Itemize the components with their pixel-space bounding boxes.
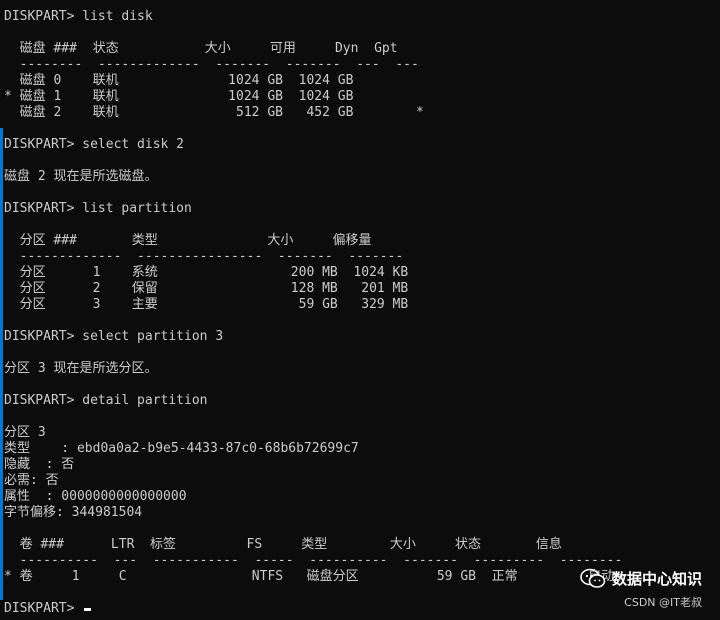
console-line-13: DISKPART> list partition bbox=[4, 201, 192, 216]
console-line-23: 分区 3 现在是所选分区。 bbox=[4, 361, 158, 376]
console-line-34: 卷 ### LTR 标签 FS 类型 大小 状态 信息 bbox=[4, 537, 562, 552]
console-window[interactable]: DISKPART> list disk 磁盘 ### 状态 大小 可用 Dyn … bbox=[0, 0, 720, 620]
console-line-3: 磁盘 ### 状态 大小 可用 Dyn Gpt bbox=[4, 41, 398, 56]
console-line-7: 磁盘 2 联机 512 GB 452 GB * bbox=[4, 105, 424, 120]
selection-edge-strip bbox=[0, 128, 3, 600]
console-prompt-line[interactable]: DISKPART> bbox=[4, 601, 92, 617]
console-line-17: 分区 1 系统 200 MB 1024 KB bbox=[4, 265, 409, 280]
console-line-1: DISKPART> list disk bbox=[4, 9, 153, 24]
console-line-11: 磁盘 2 现在是所选磁盘。 bbox=[4, 169, 158, 184]
prompt-text: DISKPART> bbox=[4, 601, 83, 616]
watermark-subtitle: CSDN @IT老叔 bbox=[624, 596, 702, 609]
console-line-18: 分区 2 保留 128 MB 201 MB bbox=[4, 281, 409, 296]
console-line-4: -------- ------------- ------- ------- -… bbox=[4, 57, 419, 72]
console-line-9: DISKPART> select disk 2 bbox=[4, 137, 185, 152]
console-line-21: DISKPART> select partition 3 bbox=[4, 329, 224, 344]
watermark-title: 数据中心知识 bbox=[611, 570, 702, 588]
text-cursor bbox=[84, 608, 92, 611]
console-line-6: * 磁盘 1 联机 1024 GB 1024 GB bbox=[4, 89, 354, 104]
console-line-31: 属性 : 0000000000000000 bbox=[4, 489, 187, 504]
console-line-25: DISKPART> detail partition bbox=[4, 393, 208, 408]
console-line-16: ------------- ---------------- ------- -… bbox=[4, 249, 404, 264]
console-line-36: * 卷 1 C NTFS 磁盘分区 59 GB 正常 启动 bbox=[4, 569, 615, 584]
watermark: 数据中心知识 bbox=[580, 568, 702, 590]
console-line-19: 分区 3 主要 59 GB 329 MB bbox=[4, 297, 409, 312]
wechat-icon bbox=[580, 568, 606, 588]
console-line-30: 必需: 否 bbox=[4, 473, 59, 488]
console-line-5: 磁盘 0 联机 1024 GB 1024 GB bbox=[4, 73, 354, 88]
console-line-35: ---------- --- ----------- ----- -------… bbox=[4, 553, 623, 568]
console-line-29: 隐藏 : 否 bbox=[4, 457, 75, 472]
console-line-27: 分区 3 bbox=[4, 425, 46, 440]
console-line-28: 类型 : ebd0a0a2-b9e5-4433-87c0-68b6b72699c… bbox=[4, 441, 359, 456]
console-line-32: 字节偏移: 344981504 bbox=[4, 505, 143, 520]
console-line-15: 分区 ### 类型 大小 偏移量 bbox=[4, 233, 372, 248]
